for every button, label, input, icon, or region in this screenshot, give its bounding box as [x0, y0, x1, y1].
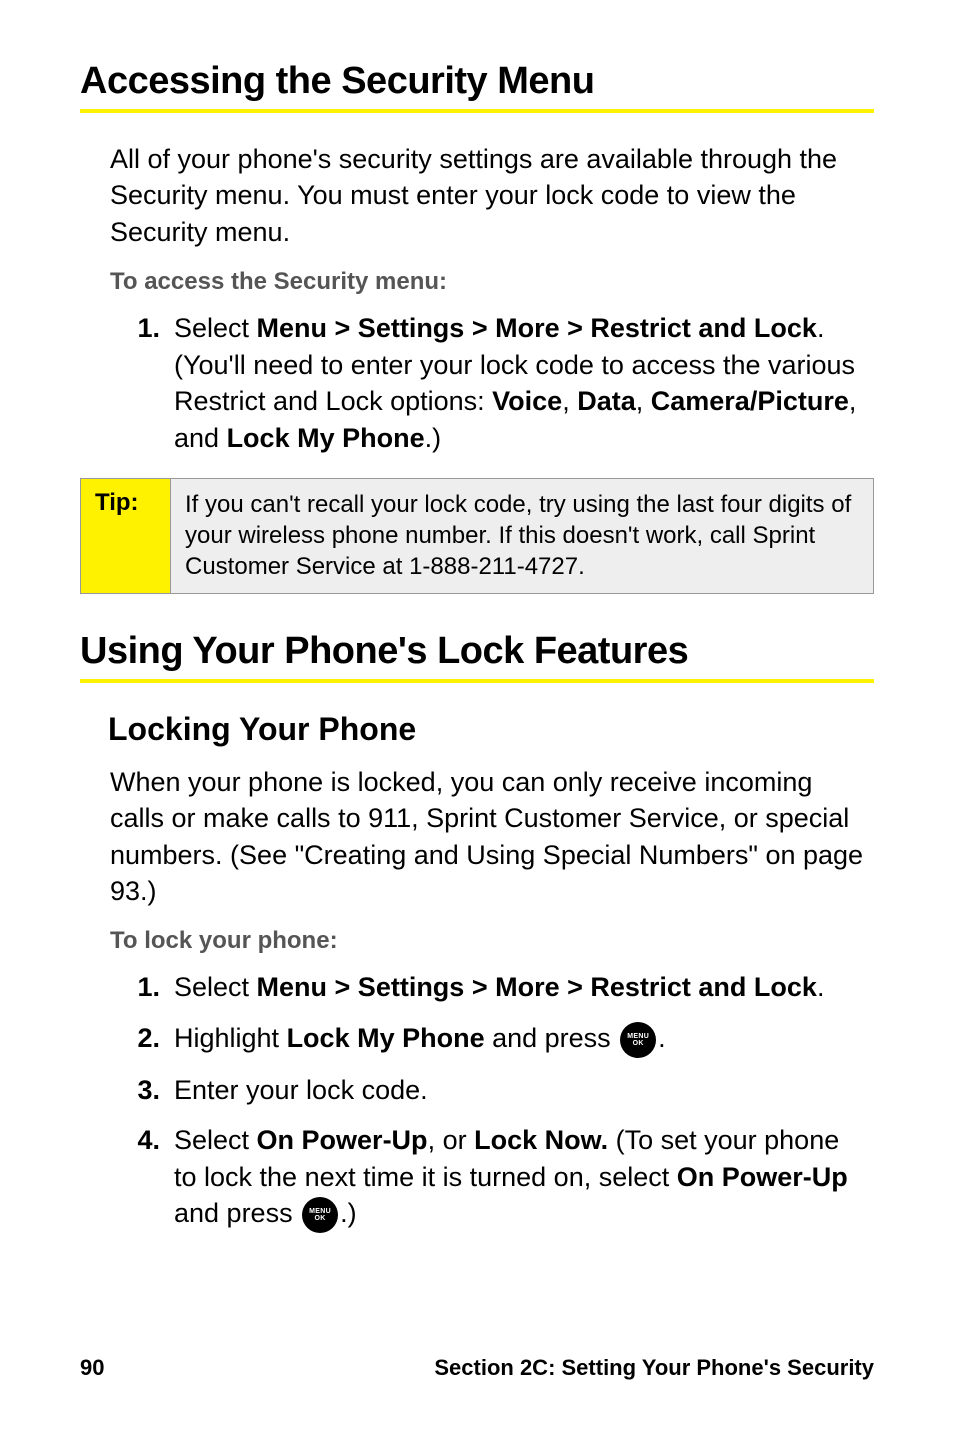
option-data: Data	[577, 386, 636, 416]
step-1: 1. Select Menu > Settings > More > Restr…	[132, 310, 864, 456]
tip-text: If you can't recall your lock code, try …	[171, 479, 873, 593]
step-text: Select Menu > Settings > More > Restrict…	[174, 969, 864, 1005]
option-camera: Camera/Picture	[651, 386, 849, 416]
section-label: Section 2C: Setting Your Phone's Securit…	[434, 1355, 874, 1381]
lock-step-1: 1. Select Menu > Settings > More > Restr…	[132, 969, 864, 1005]
key-bottom: OK	[315, 1215, 326, 1222]
heading-accessing-security: Accessing the Security Menu	[80, 60, 874, 103]
step-number: 4.	[132, 1122, 174, 1233]
heading-locking-phone: Locking Your Phone	[108, 711, 874, 748]
step-number: 3.	[132, 1072, 174, 1108]
step-text: Select Menu > Settings > More > Restrict…	[174, 310, 864, 456]
key-top: MENU	[627, 1033, 649, 1040]
text: ,	[636, 386, 651, 416]
page: Accessing the Security Menu All of your …	[0, 0, 954, 1431]
lock-step-2: 2. Highlight Lock My Phone and press MEN…	[132, 1020, 864, 1058]
text: Select	[174, 972, 257, 1002]
step-number: 1.	[132, 310, 174, 456]
text: and press	[485, 1023, 619, 1053]
intro-paragraph: All of your phone's security settings ar…	[110, 141, 864, 250]
option-voice: Voice	[492, 386, 562, 416]
text: .	[817, 972, 825, 1002]
step-text: Enter your lock code.	[174, 1072, 864, 1108]
key-top: MENU	[309, 1208, 331, 1215]
menu-ok-key-icon: MENUOK	[302, 1197, 338, 1233]
heading-lock-features: Using Your Phone's Lock Features	[80, 630, 874, 673]
text: .	[658, 1023, 666, 1053]
text: Select	[174, 313, 257, 343]
option-lock-phone: Lock My Phone	[287, 1023, 485, 1053]
locking-paragraph: When your phone is locked, you can only …	[110, 764, 864, 910]
text: ,	[562, 386, 577, 416]
step-text: Highlight Lock My Phone and press MENUOK…	[174, 1020, 864, 1058]
menu-path: Menu > Settings > More > Restrict and Lo…	[257, 313, 817, 343]
tip-box: Tip: If you can't recall your lock code,…	[80, 478, 874, 594]
page-number: 90	[80, 1355, 104, 1381]
page-footer: 90 Section 2C: Setting Your Phone's Secu…	[80, 1355, 874, 1381]
step-number: 1.	[132, 969, 174, 1005]
text: .)	[340, 1198, 357, 1228]
tip-label: Tip:	[81, 479, 171, 593]
text: , or	[428, 1125, 475, 1155]
option-on-powerup: On Power-Up	[677, 1162, 848, 1192]
step-text: Select On Power-Up, or Lock Now. (To set…	[174, 1122, 864, 1233]
subhead-access-security: To access the Security menu:	[110, 268, 864, 296]
option-lock-now: Lock Now.	[474, 1125, 608, 1155]
step-number: 2.	[132, 1020, 174, 1058]
divider	[80, 109, 874, 113]
key-bottom: OK	[633, 1040, 644, 1047]
menu-path: Menu > Settings > More > Restrict and Lo…	[257, 972, 817, 1002]
option-on-powerup: On Power-Up	[257, 1125, 428, 1155]
lock-step-4: 4. Select On Power-Up, or Lock Now. (To …	[132, 1122, 864, 1233]
text: Highlight	[174, 1023, 287, 1053]
divider	[80, 679, 874, 683]
lock-step-3: 3. Enter your lock code.	[132, 1072, 864, 1108]
text: Select	[174, 1125, 257, 1155]
option-lock-phone: Lock My Phone	[227, 423, 425, 453]
text: .)	[425, 423, 442, 453]
menu-ok-key-icon: MENUOK	[620, 1022, 656, 1058]
text: and press	[174, 1198, 300, 1228]
subhead-lock-phone: To lock your phone:	[110, 927, 864, 955]
